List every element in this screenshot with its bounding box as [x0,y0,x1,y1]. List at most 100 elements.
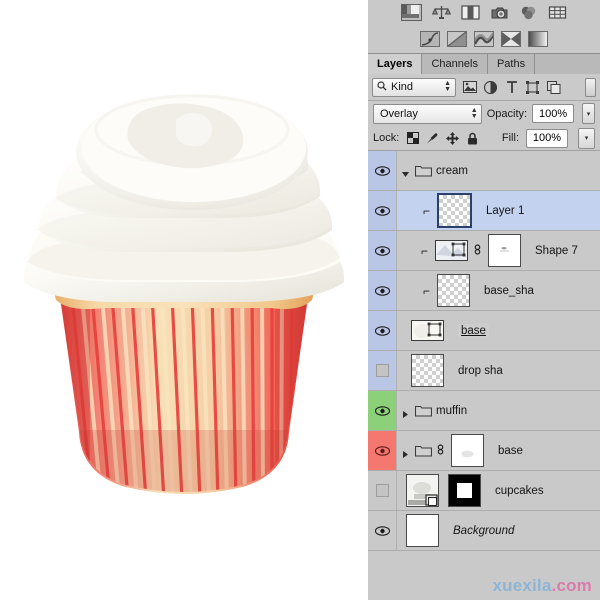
visibility-toggle-cream[interactable] [368,151,397,190]
visibility-toggle-shape-7[interactable] [368,231,397,270]
clipping-mask-icon: ⌐ [422,283,430,298]
link-layers-icon[interactable] [473,243,483,259]
opacity-dropdown-arrow[interactable]: ▾ [582,103,595,124]
visibility-toggle-base-group[interactable] [368,431,397,470]
group-expand-arrow[interactable] [401,166,410,177]
selective-color-icon[interactable] [474,31,494,47]
visibility-toggle-base-sha[interactable] [368,271,397,310]
layers-panel: Layers Channels Paths Kind ▲ ▼ Overlay ▲… [368,0,600,600]
layer-mask-thumbnail-cupcakes[interactable] [448,474,481,507]
blend-mode-select[interactable]: Overlay ▲ ▼ [373,103,482,124]
fill-dropdown-arrow[interactable]: ▾ [578,127,595,149]
layer-thumbnail-base-shape[interactable] [411,320,444,341]
layer-thumbnail-base-sha[interactable] [437,274,470,307]
photo-filter-icon[interactable] [490,5,509,20]
layer-thumbnail-drop-sha[interactable] [411,354,444,387]
lock-bar: Lock: Fill: 100% ▾ [368,126,600,151]
link-layers-icon[interactable] [436,443,446,459]
lock-position-icon[interactable] [446,131,460,145]
layer-row-muffin[interactable]: muffin [368,391,600,431]
visibility-toggle-base-shape[interactable] [368,311,397,350]
eye-icon [374,525,390,536]
layer-thumbnail-background[interactable] [406,514,439,547]
eye-icon [374,285,390,296]
gradient-map-icon[interactable] [528,31,548,47]
layer-thumbnail-shape-7[interactable] [435,240,468,261]
channel-mixer-icon[interactable] [548,5,567,20]
exposure-icon[interactable] [461,5,480,20]
opacity-value[interactable]: 100% [532,104,575,123]
layer-row-shape-7[interactable]: ⌐ Shape 7 [368,231,600,271]
visibility-toggle-cupcakes[interactable] [368,471,397,510]
levels-icon[interactable] [432,5,451,20]
vector-mask-thumbnail-shape-7[interactable] [488,234,521,267]
layer-name-cupcakes[interactable]: cupcakes [495,485,544,497]
layer-row-cupcakes[interactable]: cupcakes [368,471,600,511]
layer-row-cream[interactable]: cream [368,151,600,191]
folder-icon [414,404,433,417]
folder-icon [414,444,433,457]
filter-adjustment-icon[interactable] [483,80,498,95]
brightness-contrast-icon[interactable] [401,4,422,21]
visibility-toggle-drop-sha[interactable] [368,351,397,390]
filter-kind-select[interactable]: Kind ▲ ▼ [372,77,456,97]
watermark-tld: .com [551,576,592,595]
filter-kind-value: Kind [391,81,414,93]
layer-name-muffin[interactable]: muffin [436,405,467,417]
eye-icon [374,205,390,216]
tab-channels[interactable]: Channels [422,54,488,74]
layer-name-base-sha[interactable]: base_sha [484,285,534,297]
layer-name-base-group[interactable]: base [498,445,523,457]
eye-icon [374,325,390,336]
filter-type-icon[interactable] [504,80,519,95]
layer-name-layer-1[interactable]: Layer 1 [486,205,524,217]
hue-saturation-icon[interactable] [447,31,467,47]
visibility-toggle-muffin[interactable] [368,391,397,430]
layer-name-drop-sha[interactable]: drop sha [458,365,503,377]
filter-smartobject-icon[interactable] [546,80,561,95]
layer-name-background[interactable]: Background [453,525,514,537]
lock-image-pixels-icon[interactable] [426,132,439,145]
layer-thumbnail-cupcakes[interactable] [406,474,439,507]
tab-layers[interactable]: Layers [368,54,423,74]
filter-enable-toggle[interactable] [585,77,596,97]
fill-value[interactable]: 100% [526,128,568,148]
invert-icon[interactable] [501,31,521,47]
layer-name-cream[interactable]: cream [436,165,468,177]
group-expand-arrow[interactable] [401,406,410,418]
curves-icon[interactable] [420,31,440,47]
layer-name-shape-7[interactable]: Shape 7 [535,245,578,257]
lock-transparent-pixels-icon[interactable] [406,132,419,145]
visibility-toggle-background[interactable] [368,511,397,550]
eye-icon [374,445,390,456]
cupcake-artwork [0,0,368,600]
adjustments-row-1 [368,0,600,25]
filter-pixel-icon[interactable] [462,80,477,95]
layer-thumbnail-layer-1[interactable] [437,193,472,228]
filter-shape-icon[interactable] [525,80,540,95]
lock-all-icon[interactable] [466,132,479,145]
layer-row-base-group[interactable]: base [368,431,600,471]
tab-paths[interactable]: Paths [487,54,536,74]
lock-label: Lock: [373,132,400,144]
search-icon [377,80,387,94]
chevron-updown-icon[interactable]: ▲ ▼ [471,107,478,120]
layers-list: cream ⌐ Layer 1 ⌐ Shape 7 ⌐ base_sha bas… [368,151,600,551]
document-canvas[interactable] [0,0,368,600]
chevron-updown-icon[interactable]: ▲ ▼ [444,80,453,93]
group-mask-thumbnail-base-group[interactable] [451,434,484,467]
group-expand-arrow[interactable] [401,446,410,458]
layer-row-base-sha[interactable]: ⌐ base_sha [368,271,600,311]
layer-row-background[interactable]: Background [368,511,600,551]
layer-row-base-shape[interactable]: base [368,311,600,351]
layer-row-drop-sha[interactable]: drop sha [368,351,600,391]
fill-label: Fill: [501,132,519,144]
layer-name-base-shape[interactable]: base [458,323,489,338]
panel-tabs: Layers Channels Paths [368,53,600,74]
eye-icon [374,245,390,256]
layer-row-layer-1[interactable]: ⌐ Layer 1 [368,191,600,231]
color-balance-icon[interactable] [519,5,538,20]
visibility-toggle-layer-1[interactable] [368,191,397,230]
photoshop-window: Layers Channels Paths Kind ▲ ▼ Overlay ▲… [0,0,600,600]
eye-icon [374,165,390,176]
